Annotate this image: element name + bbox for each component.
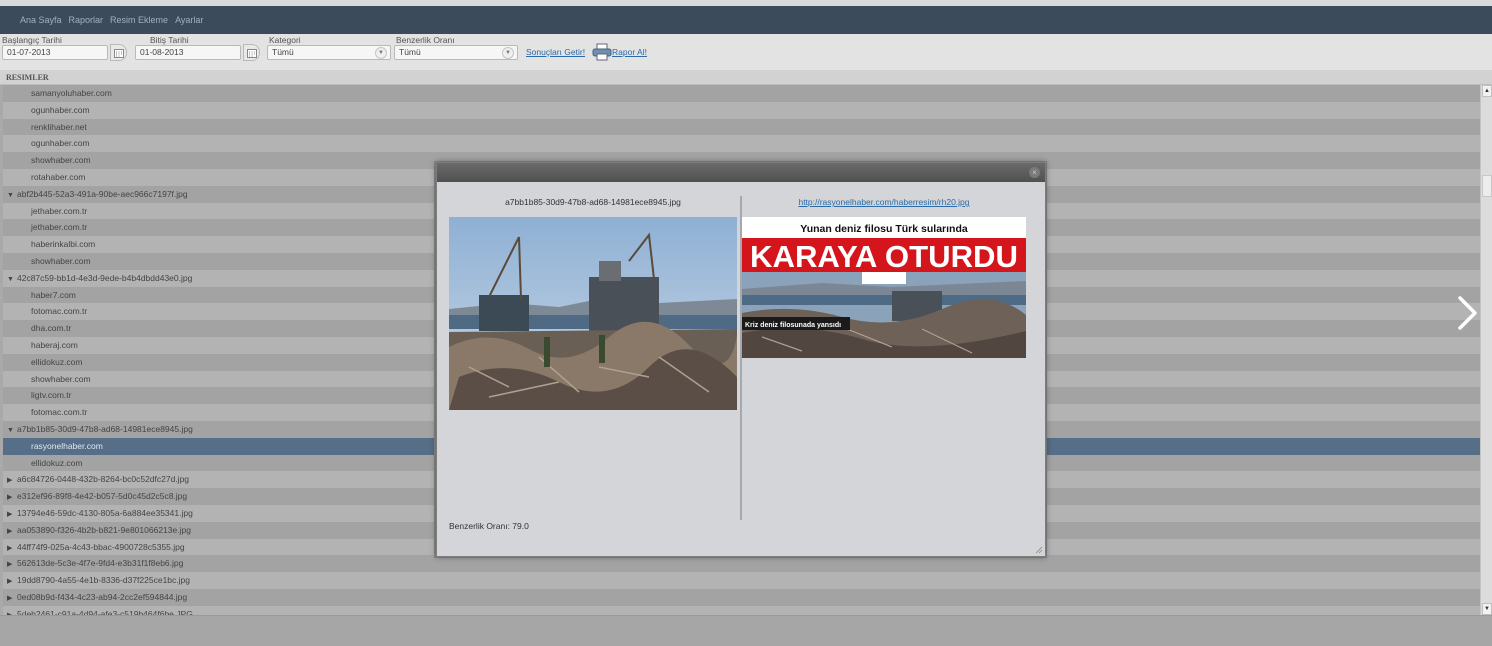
end-date-label: Bitiş Tarihi — [150, 35, 189, 45]
start-date-label: Başlangıç Tarihi — [2, 35, 62, 45]
tree-item-label: dha.com.tr — [31, 323, 72, 334]
scroll-down-icon[interactable]: ▼ — [1482, 603, 1492, 615]
printer-icon[interactable] — [592, 43, 612, 61]
calendar-icon — [114, 49, 124, 58]
tree-item-label: e312ef96-89f8-4e42-b057-5d0c45d2c5c8.jpg — [17, 491, 188, 502]
tree-item-label: showhaber.com — [31, 155, 91, 166]
triangle-down-icon[interactable]: ▼ — [7, 188, 17, 205]
tree-item-label: fotomac.com.tr — [31, 306, 88, 317]
tree-item-label: abf2b445-52a3-491a-90be-aec966c7197f.jpg — [17, 188, 188, 199]
tree-item-label: renklihaber.net — [31, 121, 87, 132]
triangle-down-icon[interactable]: ▼ — [7, 272, 17, 289]
tree-item-label: ellidokuz.com — [31, 356, 83, 367]
tree-item-label: jethaber.com.tr — [31, 205, 88, 216]
headline-big: KARAYA OTURDU — [750, 239, 1018, 274]
tree-leaf-item[interactable]: ogunhaber.com — [3, 101, 1480, 119]
tree-item-label: 562613de-5c3e-4f7e-9fd4-e3b31f1f8eb6.jpg — [17, 558, 184, 569]
category-label: Kategori — [269, 35, 301, 45]
triangle-right-icon[interactable]: ▶ — [7, 608, 17, 615]
tree-item-label: showhaber.com — [31, 255, 91, 266]
tree-leaf-item[interactable]: ogunhaber.com — [3, 135, 1480, 153]
category-select[interactable]: Tümü ▼ — [267, 45, 391, 60]
tree-item-label: 19dd8790-4a55-4e1b-8336-d37f225ce1bc.jpg — [17, 575, 190, 586]
scroll-thumb[interactable] — [1482, 175, 1492, 197]
image-caption: Kriz deniz filosunada yansıdı — [745, 322, 841, 329]
chevron-down-icon: ▼ — [502, 47, 514, 59]
footer — [0, 615, 1492, 646]
chevron-down-icon: ▼ — [375, 47, 387, 59]
tree-group-item[interactable]: ▶ 0ed08b9d-f434-4c23-ab94-2cc2ef594844.jp… — [3, 588, 1480, 606]
tree-leaf-item[interactable]: samanyoluhaber.com — [3, 85, 1480, 102]
tree-item-label: a6c84726-0448-432b-8264-bc0c52dfc27d.jpg — [17, 474, 190, 485]
match-image-title: http://rasyonelhaber.com/haberresim/rh20… — [742, 197, 1026, 207]
tree-group-item[interactable]: ▶5deb2461-c91a-4d94-afe3-c519b464f6be.JP… — [3, 605, 1480, 615]
original-image-title: a7bb1b85-30d9-47b8-ad68-14981ece8945.jpg — [505, 197, 681, 207]
filter-bar: Başlangıç Tarihi 01-07-2013 Bitiş Tarihi… — [0, 34, 1492, 70]
get-results-link[interactable]: Sonuçları Getir! — [526, 47, 585, 57]
comparison-dialog: × a7bb1b85-30d9-47b8-ad68-14981ece8945.j… — [436, 162, 1046, 557]
nav-add-image[interactable]: Resim Ekleme — [110, 15, 168, 25]
nav-reports[interactable]: Raporlar — [69, 15, 104, 25]
tree-item-label: jethaber.com.tr — [31, 222, 88, 233]
tree-item-label: fotomac.com.tr — [31, 407, 88, 418]
dialog-titlebar[interactable]: × — [437, 163, 1045, 182]
original-image — [449, 217, 737, 410]
headline-small: Yunan deniz filosu Türk sularında — [800, 223, 968, 235]
tree-item-label: rotahaber.com — [31, 171, 86, 182]
similarity-score: Benzerlik Oranı: 79.0 — [449, 521, 529, 531]
match-image-link[interactable]: http://rasyonelhaber.com/haberresim/rh20… — [798, 197, 969, 207]
tree-item-label: showhaber.com — [31, 373, 91, 384]
tree-item-label: ogunhaber.com — [31, 138, 90, 149]
category-select-value: Tümü — [272, 47, 294, 57]
similarity-label: Benzerlik Oranı — [396, 35, 455, 45]
list-header: RESIMLER — [0, 70, 1492, 85]
tree-group-item[interactable]: ▶ 19dd8790-4a55-4e1b-8336-d37f225ce1bc.jp… — [3, 572, 1480, 589]
tree-item-label: 13794e46-59dc-4130-805a-6a884ee35341.jpg — [17, 507, 193, 518]
triangle-down-icon[interactable]: ▼ — [7, 423, 17, 440]
tree-item-label: rasyonelhaber.com — [31, 440, 103, 451]
get-report-link[interactable]: Rapor Al! — [612, 47, 647, 57]
similarity-select[interactable]: Tümü ▼ — [394, 45, 518, 60]
tree-item-label: samanyoluhaber.com — [31, 88, 112, 98]
chevron-right-icon[interactable] — [1455, 295, 1481, 331]
calendar-icon — [247, 49, 257, 58]
triangle-right-icon[interactable]: ▶ — [7, 524, 17, 541]
tree-item-label: ligtv.com.tr — [31, 390, 72, 401]
nav-home[interactable]: Ana Sayfa — [20, 15, 62, 25]
end-date-input[interactable]: 01-08-2013 — [135, 45, 241, 60]
scroll-up-icon[interactable]: ▲ — [1482, 85, 1492, 97]
main-nav: Ana Sayfa Raporlar Resim Ekleme Ayarlar — [0, 6, 1492, 34]
start-date-calendar-button[interactable] — [110, 44, 127, 61]
tree-item-label: 42c87c59-bb1d-4e3d-9ede-b4b4dbdd43e0.jpg — [17, 272, 193, 283]
tree-item-label: ellidokuz.com — [31, 457, 83, 468]
tree-item-label: ogunhaber.com — [31, 104, 90, 115]
match-image: Yunan deniz filosu Türk sularında KARAYA… — [742, 217, 1026, 358]
tree-item-label: 0ed08b9d-f434-4c23-ab94-2cc2ef594844.jpg — [17, 591, 188, 602]
similarity-select-value: Tümü — [399, 47, 421, 57]
tree-leaf-item[interactable]: renklihaber.net — [3, 118, 1480, 136]
tree-item-label: 44ff74f9-025a-4c43-bbac-4900728c5355.jpg — [17, 541, 185, 552]
start-date-input[interactable]: 01-07-2013 — [2, 45, 108, 60]
nav-settings[interactable]: Ayarlar — [175, 15, 203, 25]
tree-item-label: haber7.com — [31, 289, 76, 300]
tree-item-label: haberinkalbi.com — [31, 239, 96, 250]
resize-grip-icon[interactable] — [1035, 546, 1043, 554]
end-date-calendar-button[interactable] — [243, 44, 260, 61]
tree-item-label: haberaj.com — [31, 339, 78, 350]
tree-item-label: a7bb1b85-30d9-47b8-ad68-14981ece8945.jpg — [17, 423, 193, 434]
tree-item-label: aa053890-f326-4b2b-b821-9e801066213e.jpg — [17, 524, 191, 535]
vertical-scrollbar[interactable]: ▲ ▼ — [1480, 85, 1492, 615]
close-icon[interactable]: × — [1029, 167, 1040, 178]
